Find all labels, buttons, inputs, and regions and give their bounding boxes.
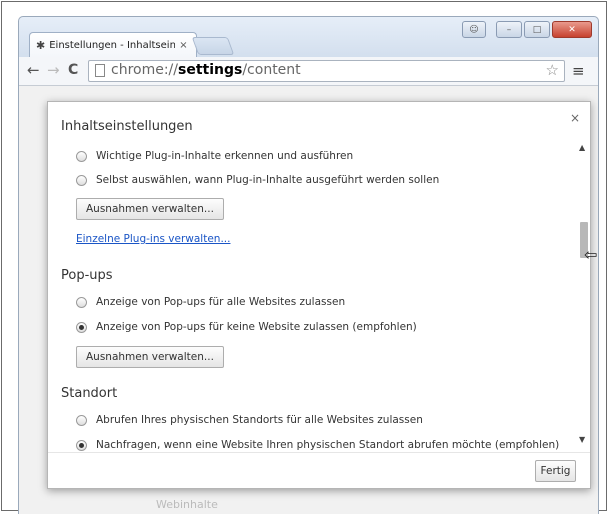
radio-button[interactable] — [76, 296, 87, 308]
reload-icon[interactable]: C — [68, 62, 78, 78]
gear-icon: ✱ — [36, 39, 46, 52]
radio-button-selected[interactable] — [76, 439, 87, 451]
maximize-button[interactable]: □ — [524, 21, 550, 38]
done-button[interactable]: Fertig — [535, 460, 576, 482]
scroll-down-arrow-icon[interactable]: ▼ — [579, 435, 585, 444]
dialog-title: Inhaltseinstellungen — [61, 119, 193, 134]
radio-option[interactable]: Anzeige von Pop-ups für keine Website zu… — [76, 321, 417, 333]
radio-option[interactable]: Anzeige von Pop-ups für alle Websites zu… — [76, 296, 345, 308]
close-window-button[interactable]: ✕ — [552, 21, 592, 38]
scroll-up-arrow-icon[interactable]: ▲ — [579, 143, 585, 152]
tab-close-icon[interactable]: × — [179, 40, 187, 51]
forward-arrow-icon[interactable]: → — [47, 62, 60, 78]
back-arrow-icon[interactable]: ← — [27, 62, 40, 78]
radio-button-selected[interactable] — [76, 321, 87, 333]
dialog-footer-divider — [48, 452, 590, 453]
tab-title: Einstellungen - Inhaltsein — [49, 40, 176, 51]
dialog-close-icon[interactable]: × — [570, 111, 580, 125]
radio-label: Selbst auswählen, wann Plug-in-Inhalte a… — [96, 174, 440, 186]
radio-option[interactable]: Abrufen Ihres physischen Standorts für a… — [76, 414, 423, 426]
radio-label: Wichtige Plug-in-Inhalte erkennen und au… — [96, 150, 354, 162]
radio-option[interactable]: Wichtige Plug-in-Inhalte erkennen und au… — [76, 150, 353, 162]
address-bar[interactable]: chrome://settings/content ☆ — [88, 60, 565, 82]
window-controls: ☺ – □ ✕ — [462, 21, 592, 38]
radio-label: Abrufen Ihres physischen Standorts für a… — [96, 414, 423, 426]
radio-button[interactable] — [76, 174, 87, 186]
chrome-menu-icon[interactable]: ≡ — [572, 62, 585, 80]
radio-label: Anzeige von Pop-ups für alle Websites zu… — [96, 296, 346, 308]
page-icon — [95, 64, 105, 77]
radio-option[interactable]: Selbst auswählen, wann Plug-in-Inhalte a… — [76, 174, 439, 186]
radio-button[interactable] — [76, 150, 87, 162]
minimize-button[interactable]: – — [496, 21, 522, 38]
title-bar: ✱ Einstellungen - Inhaltsein × ☺ – □ ✕ — [19, 17, 598, 58]
manage-plugins-link[interactable]: Einzelne Plug-ins verwalten... — [76, 233, 230, 245]
radio-button[interactable] — [76, 414, 87, 426]
content-settings-dialog: Inhaltseinstellungen × Wichtige Plug-in-… — [47, 101, 597, 489]
radio-option[interactable]: Nachfragen, wenn eine Website Ihren phys… — [76, 439, 559, 451]
section-heading-location: Standort — [61, 386, 118, 401]
plugin-exceptions-button[interactable]: Ausnahmen verwalten... — [76, 198, 224, 220]
popup-exceptions-button[interactable]: Ausnahmen verwalten... — [76, 346, 224, 368]
dialog-scrollbar[interactable]: ▲ ▼ — [578, 140, 588, 452]
radio-label: Nachfragen, wenn eine Website Ihren phys… — [96, 439, 560, 451]
dialog-scroll-area[interactable]: Wichtige Plug-in-Inhalte erkennen und au… — [48, 140, 578, 452]
radio-label: Anzeige von Pop-ups für keine Website zu… — [96, 321, 417, 333]
new-tab-button[interactable] — [191, 37, 235, 55]
user-profile-button[interactable]: ☺ — [462, 21, 486, 38]
url-text: chrome://settings/content — [111, 62, 301, 78]
tab-settings[interactable]: ✱ Einstellungen - Inhaltsein × — [29, 32, 197, 58]
browser-toolbar: ← → C chrome://settings/content ☆ ≡ — [19, 57, 598, 86]
background-section-label: Webinhalte — [156, 498, 218, 511]
section-heading-popups: Pop-ups — [61, 268, 113, 283]
bookmark-star-icon[interactable]: ☆ — [546, 61, 559, 79]
mouse-cursor-icon: ⇦ — [584, 245, 598, 264]
